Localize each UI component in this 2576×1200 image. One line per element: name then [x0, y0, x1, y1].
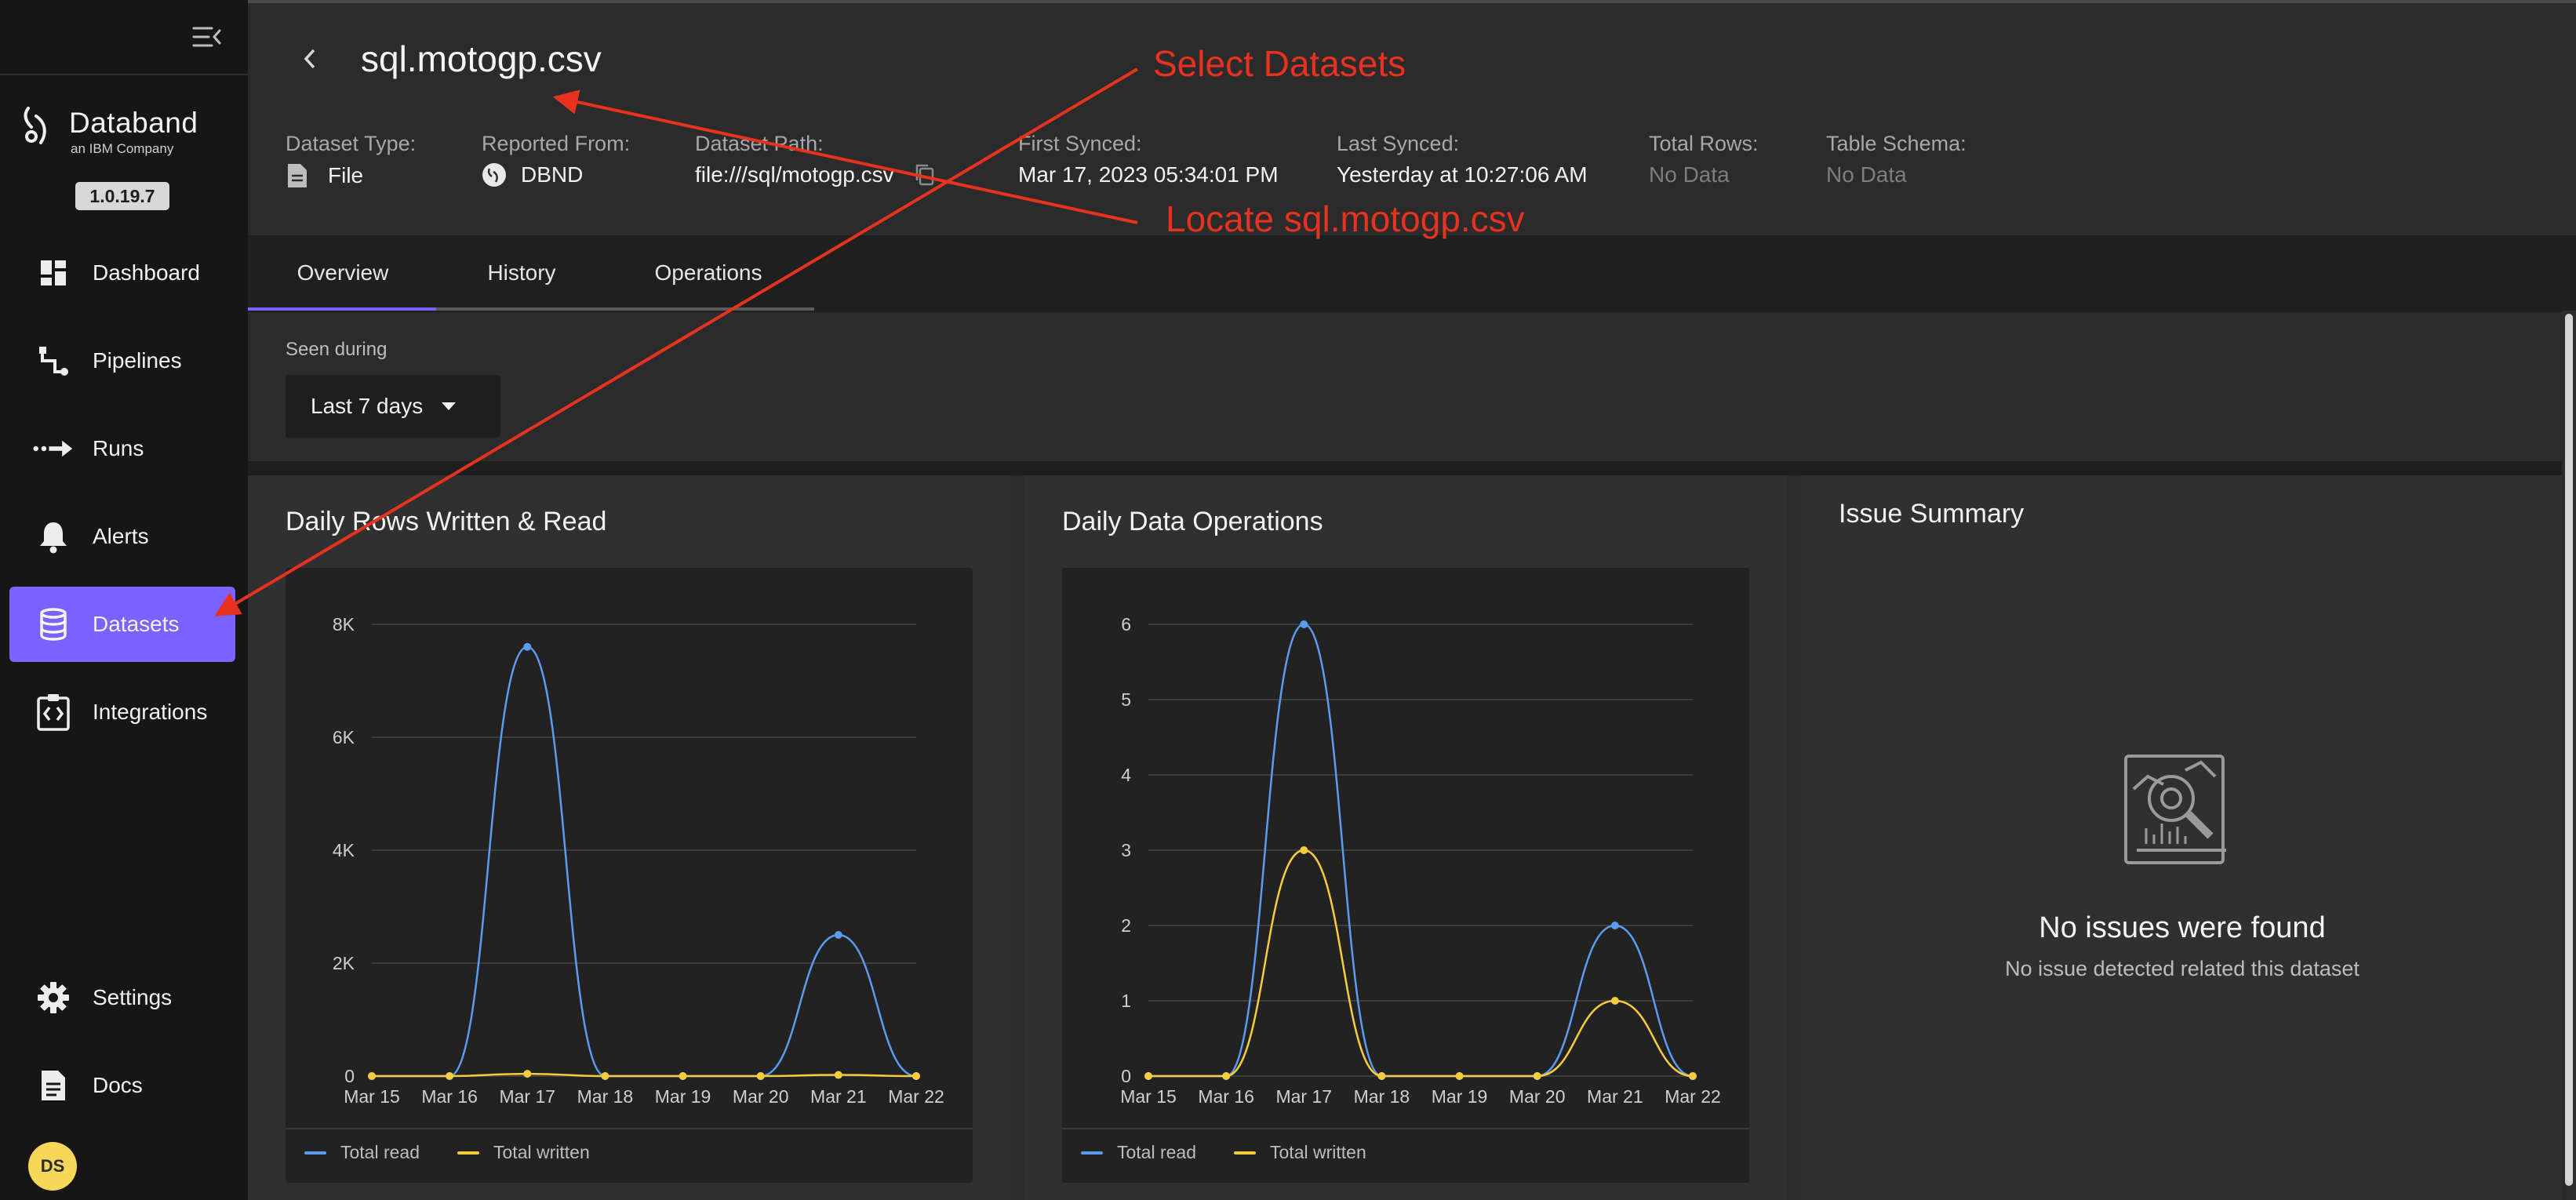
- arrow-to-title: [552, 89, 1138, 224]
- annotation-arrows: [214, 67, 1139, 616]
- annotation-select-datasets: Select Datasets: [1153, 43, 1406, 84]
- arrow-to-datasets: [214, 67, 1139, 616]
- annotation-locate-file: Locate sql.motogp.csv: [1166, 198, 1525, 239]
